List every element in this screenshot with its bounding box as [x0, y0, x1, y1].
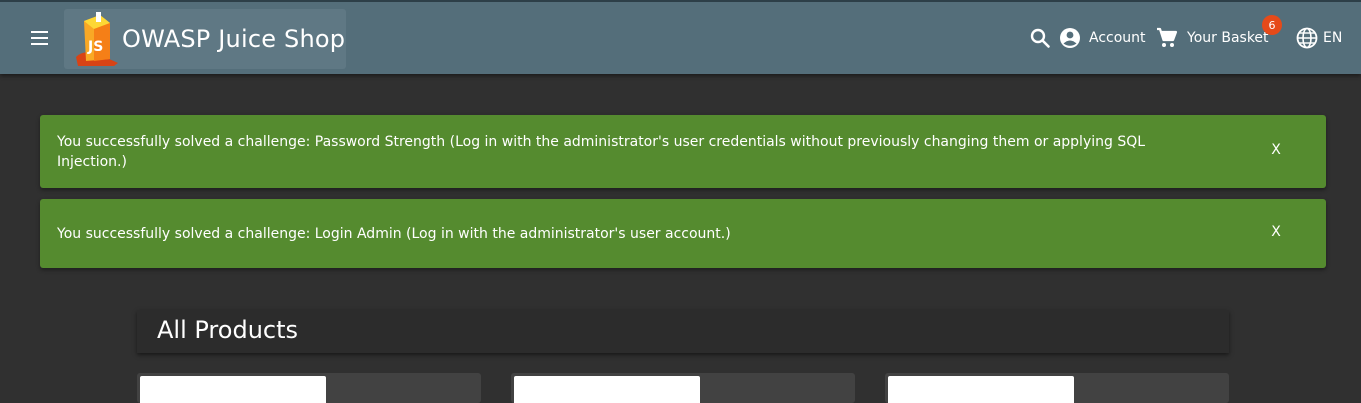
language-button[interactable]: EN [1295, 2, 1342, 74]
notification-close-button[interactable]: X [1270, 142, 1282, 158]
svg-text:JS: JS [87, 39, 103, 55]
notification-text: You successfully solved a challenge: Log… [57, 226, 731, 242]
notification-close-button[interactable]: X [1270, 224, 1282, 240]
account-label: Account [1089, 30, 1146, 46]
language-label: EN [1323, 30, 1343, 46]
challenge-notification: You successfully solved a challenge: Log… [40, 199, 1326, 268]
search-icon [1030, 28, 1050, 48]
search-button[interactable] [1028, 2, 1052, 74]
basket-button[interactable]: Your Basket [1155, 2, 1269, 74]
challenge-notification: You successfully solved a challenge: Pas… [40, 115, 1326, 188]
product-card[interactable] [511, 373, 855, 403]
language-icon [1296, 27, 1318, 49]
menu-icon [31, 31, 48, 45]
notification-text: You successfully solved a challenge: Pas… [57, 134, 1146, 170]
shopping-cart-icon [1157, 27, 1178, 47]
app-title: OWASP Juice Shop [122, 25, 346, 53]
home-link[interactable]: JS OWASP Juice Shop [64, 9, 346, 69]
account-circle-icon [1060, 28, 1080, 48]
basket-label: Your Basket [1187, 30, 1269, 46]
products-heading-card: All Products [137, 310, 1229, 353]
top-toolbar: JS OWASP Juice Shop Account Your Basket … [0, 0, 1361, 74]
menu-button[interactable] [24, 22, 56, 54]
basket-count-badge: 6 [1262, 15, 1282, 35]
page-title: All Products [157, 316, 299, 344]
product-card[interactable] [885, 373, 1229, 403]
account-button[interactable]: Account [1058, 2, 1146, 74]
product-card[interactable] [137, 373, 481, 403]
juice-shop-logo: JS [76, 12, 118, 66]
